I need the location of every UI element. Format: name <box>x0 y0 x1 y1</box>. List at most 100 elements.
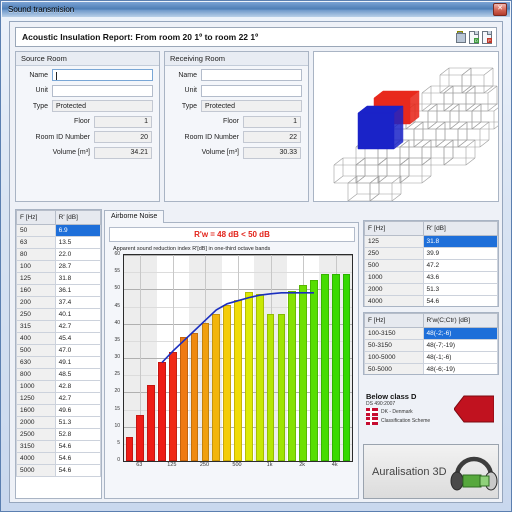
third-octave-value[interactable]: 45.4 <box>54 332 101 345</box>
single-number-freq[interactable]: 50-5000 <box>364 363 424 374</box>
third-octave-value[interactable]: 13.5 <box>54 236 101 249</box>
table-row[interactable]: 250 40.1 <box>16 308 101 321</box>
octave-col-0[interactable]: F [Hz] <box>364 221 424 236</box>
octave-col-1[interactable]: R' [dB] <box>422 221 498 236</box>
receiving-room-input-3[interactable]: 1 <box>243 115 301 128</box>
table-row[interactable]: 160 36.1 <box>16 284 101 297</box>
table-row[interactable]: 400 45.4 <box>16 332 101 345</box>
table-row[interactable]: 500 47.0 <box>16 344 101 357</box>
octave-freq[interactable]: 2000 <box>364 283 424 296</box>
table-row[interactable]: 250 39.9 <box>364 247 498 260</box>
third-octave-freq[interactable]: 200 <box>16 296 56 309</box>
third-octave-freq[interactable]: 2000 <box>16 416 56 429</box>
single-number-table-panel[interactable]: F [Hz] R'w(C;Ctr) [dB] 100-3150 48(-2;-6) 5… <box>363 312 499 375</box>
receiving-room-input-2[interactable]: Protected <box>201 100 302 112</box>
table-row[interactable]: 100 28.7 <box>16 260 101 273</box>
table-row[interactable]: 2000 51.3 <box>16 416 101 429</box>
single-number-freq[interactable]: 100-5000 <box>364 351 424 364</box>
third-octave-freq[interactable]: 125 <box>16 272 56 285</box>
receiving-room-input-0[interactable] <box>201 69 302 81</box>
octave-value[interactable]: 43.6 <box>422 271 498 284</box>
single-number-value[interactable]: 48(-1;-6) <box>422 351 498 364</box>
third-octave-freq[interactable]: 5000 <box>16 464 56 477</box>
source-room-input-3[interactable]: 1 <box>94 115 152 128</box>
third-octave-value[interactable]: 42.7 <box>54 320 101 333</box>
single-number-table[interactable]: F [Hz] R'w(C;Ctr) [dB] 100-3150 48(-2;-6) 5… <box>364 313 498 374</box>
third-octave-value[interactable]: 52.8 <box>54 428 101 441</box>
table-row[interactable]: 200 37.4 <box>16 296 101 309</box>
third-octave-col-0[interactable]: F [Hz] <box>16 210 56 225</box>
octave-freq[interactable]: 250 <box>364 247 424 260</box>
third-octave-freq[interactable]: 50 <box>16 224 56 237</box>
single-number-value[interactable]: 48(-2;-6) <box>422 327 498 340</box>
third-octave-value[interactable]: 54.6 <box>54 440 101 453</box>
third-octave-value[interactable]: 47.0 <box>54 344 101 357</box>
pdf-export-icon[interactable]: P <box>481 31 492 44</box>
3d-building-view[interactable] <box>313 51 499 202</box>
third-octave-value[interactable]: 42.8 <box>54 380 101 393</box>
sound-reduction-bar-chart[interactable] <box>123 254 353 462</box>
third-octave-freq[interactable]: 1250 <box>16 392 56 405</box>
document-export-icon[interactable]: D <box>468 31 479 44</box>
table-row[interactable]: 80 22.0 <box>16 248 101 261</box>
single-number-col-0[interactable]: F [Hz] <box>364 313 424 328</box>
table-row[interactable]: 4000 54.6 <box>16 452 101 465</box>
receiving-room-input-5[interactable]: 30.33 <box>243 146 301 159</box>
receiving-room-input-1[interactable] <box>201 84 302 97</box>
table-row[interactable]: 3150 54.6 <box>16 440 101 453</box>
third-octave-freq[interactable]: 315 <box>16 320 56 333</box>
table-row[interactable]: 100-3150 48(-2;-6) <box>364 327 498 340</box>
third-octave-value[interactable]: 37.4 <box>54 296 101 309</box>
table-row[interactable]: 4000 54.6 <box>364 295 498 306</box>
third-octave-value[interactable]: 49.1 <box>54 356 101 369</box>
third-octave-freq[interactable]: 250 <box>16 308 56 321</box>
third-octave-freq[interactable]: 63 <box>16 236 56 249</box>
octave-value[interactable]: 54.6 <box>422 295 498 306</box>
third-octave-col-1[interactable]: R' [dB] <box>54 210 101 225</box>
third-octave-freq[interactable]: 800 <box>16 368 56 381</box>
octave-value[interactable]: 31.8 <box>422 235 498 248</box>
print-icon[interactable] <box>455 31 466 43</box>
table-row[interactable]: 1600 49.6 <box>16 404 101 417</box>
single-number-freq[interactable]: 50-3150 <box>364 339 424 352</box>
auralisation-3d-button[interactable]: Auralisation 3D <box>363 444 499 499</box>
single-number-value[interactable]: 48(-6;-19) <box>422 363 498 374</box>
third-octave-value[interactable]: 6.9 <box>54 224 101 237</box>
third-octave-value[interactable]: 22.0 <box>54 248 101 261</box>
third-octave-freq[interactable]: 400 <box>16 332 56 345</box>
third-octave-freq[interactable]: 630 <box>16 356 56 369</box>
octave-table[interactable]: F [Hz] R' [dB] 125 31.8 250 39.9 500 47.2 1000 4… <box>364 221 498 306</box>
table-row[interactable]: 1000 43.6 <box>364 271 498 284</box>
octave-value[interactable]: 39.9 <box>422 247 498 260</box>
third-octave-freq[interactable]: 100 <box>16 260 56 273</box>
table-row[interactable]: 5000 54.6 <box>16 464 101 477</box>
table-row[interactable]: 1250 42.7 <box>16 392 101 405</box>
third-octave-freq[interactable]: 1600 <box>16 404 56 417</box>
table-row[interactable]: 125 31.8 <box>364 235 498 248</box>
third-octave-freq[interactable]: 4000 <box>16 452 56 465</box>
octave-value[interactable]: 47.2 <box>422 259 498 272</box>
third-octave-freq[interactable]: 500 <box>16 344 56 357</box>
third-octave-value[interactable]: 42.7 <box>54 392 101 405</box>
third-octave-value[interactable]: 40.1 <box>54 308 101 321</box>
table-row[interactable]: 315 42.7 <box>16 320 101 333</box>
octave-freq[interactable]: 125 <box>364 235 424 248</box>
octave-freq[interactable]: 500 <box>364 259 424 272</box>
table-row[interactable]: 50 6.9 <box>16 224 101 237</box>
third-octave-value[interactable]: 31.8 <box>54 272 101 285</box>
table-row[interactable]: 1000 42.8 <box>16 380 101 393</box>
table-row[interactable]: 100-5000 48(-1;-6) <box>364 351 498 364</box>
third-octave-freq[interactable]: 2500 <box>16 428 56 441</box>
table-row[interactable]: 63 13.5 <box>16 236 101 249</box>
table-row[interactable]: 800 48.5 <box>16 368 101 381</box>
octave-freq[interactable]: 1000 <box>364 271 424 284</box>
close-icon[interactable]: ✕ <box>493 3 507 16</box>
table-row[interactable]: 500 47.2 <box>364 259 498 272</box>
third-octave-value[interactable]: 51.3 <box>54 416 101 429</box>
tab-airborne-noise[interactable]: Airborne Noise <box>104 210 165 223</box>
source-room-input-5[interactable]: 34.21 <box>94 146 152 159</box>
source-room-input-2[interactable]: Protected <box>52 100 153 112</box>
third-octave-table-panel[interactable]: F [Hz] R' [dB] 50 6.9 63 13.5 80 22.0 100 28.7 12… <box>15 209 102 499</box>
third-octave-value[interactable]: 49.6 <box>54 404 101 417</box>
third-octave-table[interactable]: F [Hz] R' [dB] 50 6.9 63 13.5 80 22.0 100 28.7 12… <box>16 210 101 477</box>
